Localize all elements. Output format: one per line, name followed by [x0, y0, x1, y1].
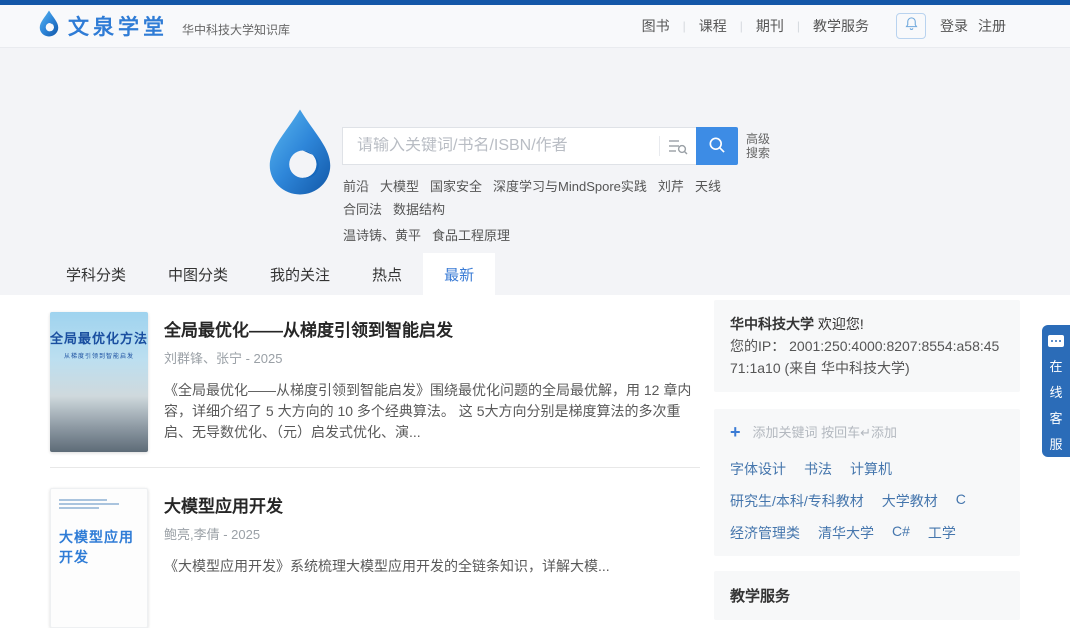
tab-my-follows[interactable]: 我的关注: [249, 253, 351, 295]
tab-latest[interactable]: 最新: [423, 253, 496, 295]
keyword-link[interactable]: 经济管理类: [730, 523, 800, 543]
book-list-item: 全局最优化方法 从梯度引领到智能启发 全局最优化——从梯度引领到智能启发 刘群锋…: [50, 312, 700, 452]
teaching-service-title: 教学服务: [730, 588, 791, 605]
search-bar: [342, 127, 696, 165]
search-magnifier-icon: [707, 135, 727, 158]
keyword-link[interactable]: 书法: [804, 459, 832, 479]
online-service-tab[interactable]: 在 线 客 服: [1042, 325, 1070, 457]
book-description: 《全局最优化——从梯度引领到智能启发》围绕最优化问题的全局最优解，用 12 章内…: [164, 382, 692, 440]
book-authors-year: 鲍亮,李倩 - 2025: [164, 527, 261, 542]
ip-label: 您的IP：: [730, 338, 786, 354]
book-cover-title: 大模型应用开发: [59, 529, 134, 565]
add-keyword-row[interactable]: + 添加关键词 按回车↵添加: [730, 422, 1004, 441]
advanced-search-link[interactable]: 高级 搜索: [746, 132, 770, 160]
keyword-link[interactable]: 工学: [928, 523, 956, 543]
hot-keyword[interactable]: 前沿: [343, 176, 369, 195]
notification-bell-button[interactable]: [896, 13, 926, 39]
hot-keyword[interactable]: 深度学习与MindSpore实践: [493, 176, 647, 195]
welcome-box: 华中科技大学 欢迎您! 您的IP： 2001:250:4000:8207:855…: [714, 300, 1020, 392]
service-char: 客: [1049, 411, 1063, 426]
hot-keyword[interactable]: 大模型: [380, 176, 419, 195]
keyword-link[interactable]: C: [956, 491, 966, 511]
book-cover-title: 全局最优化方法: [50, 331, 148, 346]
tab-subject-category[interactable]: 学科分类: [45, 253, 147, 295]
nav-journals[interactable]: 期刊: [743, 16, 797, 36]
keyword-link[interactable]: 计算机: [850, 459, 892, 479]
hot-keyword[interactable]: 食品工程原理: [432, 225, 510, 244]
category-tabs: 学科分类 中图分类 我的关注 热点 最新: [45, 253, 496, 295]
my-keywords-box: + 添加关键词 按回车↵添加 字体设计 书法 计算机 研究生/本科/专科教材 大…: [714, 409, 1020, 556]
book-title-link[interactable]: 大模型应用开发: [164, 492, 704, 517]
service-char: 线: [1049, 385, 1063, 400]
book-title-link[interactable]: 全局最优化——从梯度引领到智能启发: [164, 316, 704, 341]
hot-keyword[interactable]: 合同法: [343, 199, 382, 218]
bell-icon: [904, 16, 919, 36]
sidebar: 华中科技大学 欢迎您! 您的IP： 2001:250:4000:8207:855…: [714, 300, 1020, 620]
nav-courses[interactable]: 课程: [686, 16, 740, 36]
chat-bubble-icon: [1048, 335, 1064, 347]
hot-keywords: 前沿 大模型 国家安全 深度学习与MindSpore实践 刘芹 天线 合同法 数…: [343, 176, 753, 251]
batch-search-icon[interactable]: [659, 136, 688, 156]
hot-keyword[interactable]: 温诗铸、黄平: [343, 225, 421, 244]
hero-search-section: 高级 搜索 前沿 大模型 国家安全 深度学习与MindSpore实践 刘芹 天线…: [0, 48, 1070, 295]
hot-keyword[interactable]: 刘芹: [658, 176, 684, 195]
book-list: 全局最优化方法 从梯度引领到智能启发 全局最优化——从梯度引领到智能启发 刘群锋…: [50, 312, 700, 628]
book-cover[interactable]: 全局最优化方法 从梯度引领到智能启发: [50, 312, 148, 452]
header: 文泉学堂 华中科技大学知识库 图书 | 课程 | 期刊 | 教学服务 登录 注册: [0, 5, 1070, 48]
add-keyword-placeholder[interactable]: 添加关键词 按回车↵添加: [753, 422, 898, 441]
keyword-link[interactable]: 大学教材: [882, 491, 938, 511]
keyword-list: 字体设计 书法 计算机 研究生/本科/专科教材 大学教材 C 经济管理类 清华大…: [730, 459, 1004, 543]
main-content: 全局最优化方法 从梯度引领到智能启发 全局最优化——从梯度引领到智能启发 刘群锋…: [0, 295, 1070, 628]
book-authors-year: 刘群锋、张宁 - 2025: [164, 351, 283, 366]
wenquan-drop-logo-icon: [38, 10, 60, 42]
hot-keyword[interactable]: 天线: [695, 176, 721, 195]
search-button[interactable]: [696, 127, 738, 165]
plus-icon[interactable]: +: [730, 423, 741, 441]
brand[interactable]: 文泉学堂 华中科技大学知识库: [38, 10, 290, 42]
advanced-search-line2: 搜索: [746, 146, 771, 160]
teaching-service-box: 教学服务: [714, 571, 1020, 620]
wenquan-drop-logo-large-icon: [264, 108, 336, 201]
tab-hot[interactable]: 热点: [351, 253, 423, 295]
login-link[interactable]: 登录: [940, 16, 968, 36]
brand-subtitle: 华中科技大学知识库: [182, 22, 291, 37]
keyword-link[interactable]: 清华大学: [818, 523, 874, 543]
service-char: 服: [1049, 437, 1063, 452]
advanced-search-line1: 高级: [746, 132, 771, 146]
nav-teaching-services[interactable]: 教学服务: [800, 16, 882, 36]
list-divider: [50, 467, 700, 468]
welcome-text: 欢迎您!: [817, 316, 864, 332]
register-link[interactable]: 注册: [978, 16, 1006, 36]
hot-keyword[interactable]: 数据结构: [393, 199, 445, 218]
book-cover-subtitle: 从梯度引领到智能启发: [63, 354, 134, 360]
search-input[interactable]: [357, 137, 659, 155]
book-cover[interactable]: 大模型应用开发: [50, 488, 148, 628]
cover-decor-lines: [59, 499, 119, 509]
header-nav: 图书 | 课程 | 期刊 | 教学服务: [629, 16, 882, 36]
nav-books[interactable]: 图书: [629, 16, 683, 36]
hot-keyword[interactable]: 国家安全: [430, 176, 482, 195]
keyword-link[interactable]: 字体设计: [730, 459, 786, 479]
service-char: 在: [1049, 359, 1063, 374]
book-list-item: 大模型应用开发 大模型应用开发 鲍亮,李倩 - 2025 《大模型应用开发》系统…: [50, 488, 700, 628]
keyword-link[interactable]: 研究生/本科/专科教材: [730, 491, 864, 511]
brand-name: 文泉学堂: [68, 16, 168, 39]
keyword-link[interactable]: C#: [892, 523, 910, 543]
book-description: 《大模型应用开发》系统梳理大模型应用开发的全链条知识，详解大模...: [164, 558, 610, 574]
tab-clc-category[interactable]: 中图分类: [147, 253, 249, 295]
university-name: 华中科技大学: [730, 316, 814, 332]
